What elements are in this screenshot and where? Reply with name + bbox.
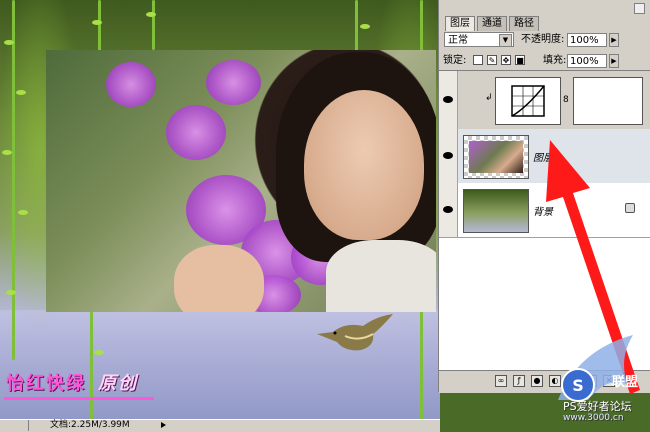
lock-pixels-icon[interactable]: ✎ xyxy=(487,55,497,65)
vine-bottom xyxy=(90,310,93,420)
leaf xyxy=(94,350,104,355)
fill-label: 填充: xyxy=(543,55,567,66)
close-icon[interactable] xyxy=(634,3,645,14)
background-layer-thumbnail[interactable] xyxy=(463,189,529,233)
portrait-photo xyxy=(46,50,436,312)
fill-slider-arrow-icon[interactable]: ▶ xyxy=(609,54,619,68)
vine-left xyxy=(12,0,15,360)
lock-position-icon[interactable]: ✥ xyxy=(501,55,511,65)
leaf xyxy=(4,40,14,45)
svg-text:联盟: 联盟 xyxy=(612,374,638,390)
flower xyxy=(166,105,226,160)
leaf xyxy=(16,90,26,95)
layer-row-background[interactable]: 背景 xyxy=(439,183,650,238)
caption-sub: 原创 xyxy=(98,373,138,394)
layer-name[interactable]: 背景 xyxy=(533,203,553,218)
tab-paths[interactable]: 路径 xyxy=(509,16,539,31)
leaf xyxy=(146,12,156,17)
status-bar: 文档:2.25M/3.99M xyxy=(0,419,440,432)
leaf xyxy=(360,24,370,29)
flower xyxy=(206,60,261,105)
vine-top-mid xyxy=(152,0,155,50)
lock-icon xyxy=(625,203,635,213)
status-menu-arrow-icon[interactable] xyxy=(161,422,166,428)
palette-titlebar[interactable] xyxy=(439,0,650,16)
document-canvas[interactable]: 怡红快绿 原创 xyxy=(0,0,440,420)
leaf xyxy=(2,150,12,155)
curves-icon xyxy=(511,85,545,117)
layers-list: ↲ 8 图层 背景 xyxy=(439,70,650,371)
caption-underline xyxy=(4,397,154,400)
adjustment-layer-thumbnail[interactable] xyxy=(495,77,561,125)
chevron-down-icon[interactable]: ▼ xyxy=(499,34,512,47)
add-mask-icon[interactable]: ● xyxy=(531,375,543,387)
layer-row-photo[interactable]: 图层 xyxy=(439,129,650,184)
photo-layer-thumbnail[interactable] xyxy=(463,135,529,179)
clip-arrow-icon: ↲ xyxy=(485,93,493,103)
layer-name[interactable]: 图层 xyxy=(533,149,553,164)
visibility-eye-icon[interactable] xyxy=(439,71,458,129)
link-layers-icon[interactable]: ∞ xyxy=(495,375,507,387)
opacity-slider-arrow-icon[interactable]: ▶ xyxy=(609,33,619,47)
layer-mask-thumbnail[interactable] xyxy=(573,77,643,125)
vine-top-right xyxy=(355,0,358,55)
watermark-caption: 怡红快绿 原创 xyxy=(6,369,138,395)
layer-row-adjustment[interactable]: ↲ 8 xyxy=(439,71,650,130)
bird-icon xyxy=(317,314,393,351)
document-size-info: 文档:2.25M/3.99M xyxy=(50,420,130,430)
flower xyxy=(106,62,156,107)
opacity-label: 不透明度: xyxy=(521,34,565,45)
face xyxy=(304,90,424,240)
blend-mode-select[interactable]: 正常 ▼ xyxy=(444,32,514,47)
caption-main: 怡红快绿 xyxy=(6,373,86,394)
hand xyxy=(174,245,264,312)
zoom-field[interactable] xyxy=(0,420,29,431)
thumbnail-image xyxy=(469,141,523,173)
forum-url: www.3000.cn xyxy=(563,413,624,423)
shoulder xyxy=(326,240,436,312)
visibility-eye-icon[interactable] xyxy=(439,129,458,183)
fill-field[interactable]: 100% xyxy=(567,54,607,68)
tab-channels[interactable]: 通道 xyxy=(477,16,507,31)
forum-name: PS爱好者论坛 xyxy=(563,400,632,413)
lock-all-icon[interactable]: ■ xyxy=(515,55,525,65)
opacity-field[interactable]: 100% xyxy=(567,33,607,47)
leaf xyxy=(6,290,16,295)
lock-label: 锁定: xyxy=(443,55,467,66)
link-chain-icon[interactable]: 8 xyxy=(563,95,569,105)
layer-style-icon[interactable]: ƒ xyxy=(513,375,525,387)
leaf xyxy=(18,210,28,215)
svg-text:S: S xyxy=(572,376,584,395)
lock-transparency-icon[interactable] xyxy=(473,55,483,65)
tab-layers[interactable]: 图层 xyxy=(445,16,475,31)
leaf xyxy=(92,20,102,25)
blend-mode-value: 正常 xyxy=(448,35,468,46)
visibility-eye-icon[interactable] xyxy=(439,183,458,237)
